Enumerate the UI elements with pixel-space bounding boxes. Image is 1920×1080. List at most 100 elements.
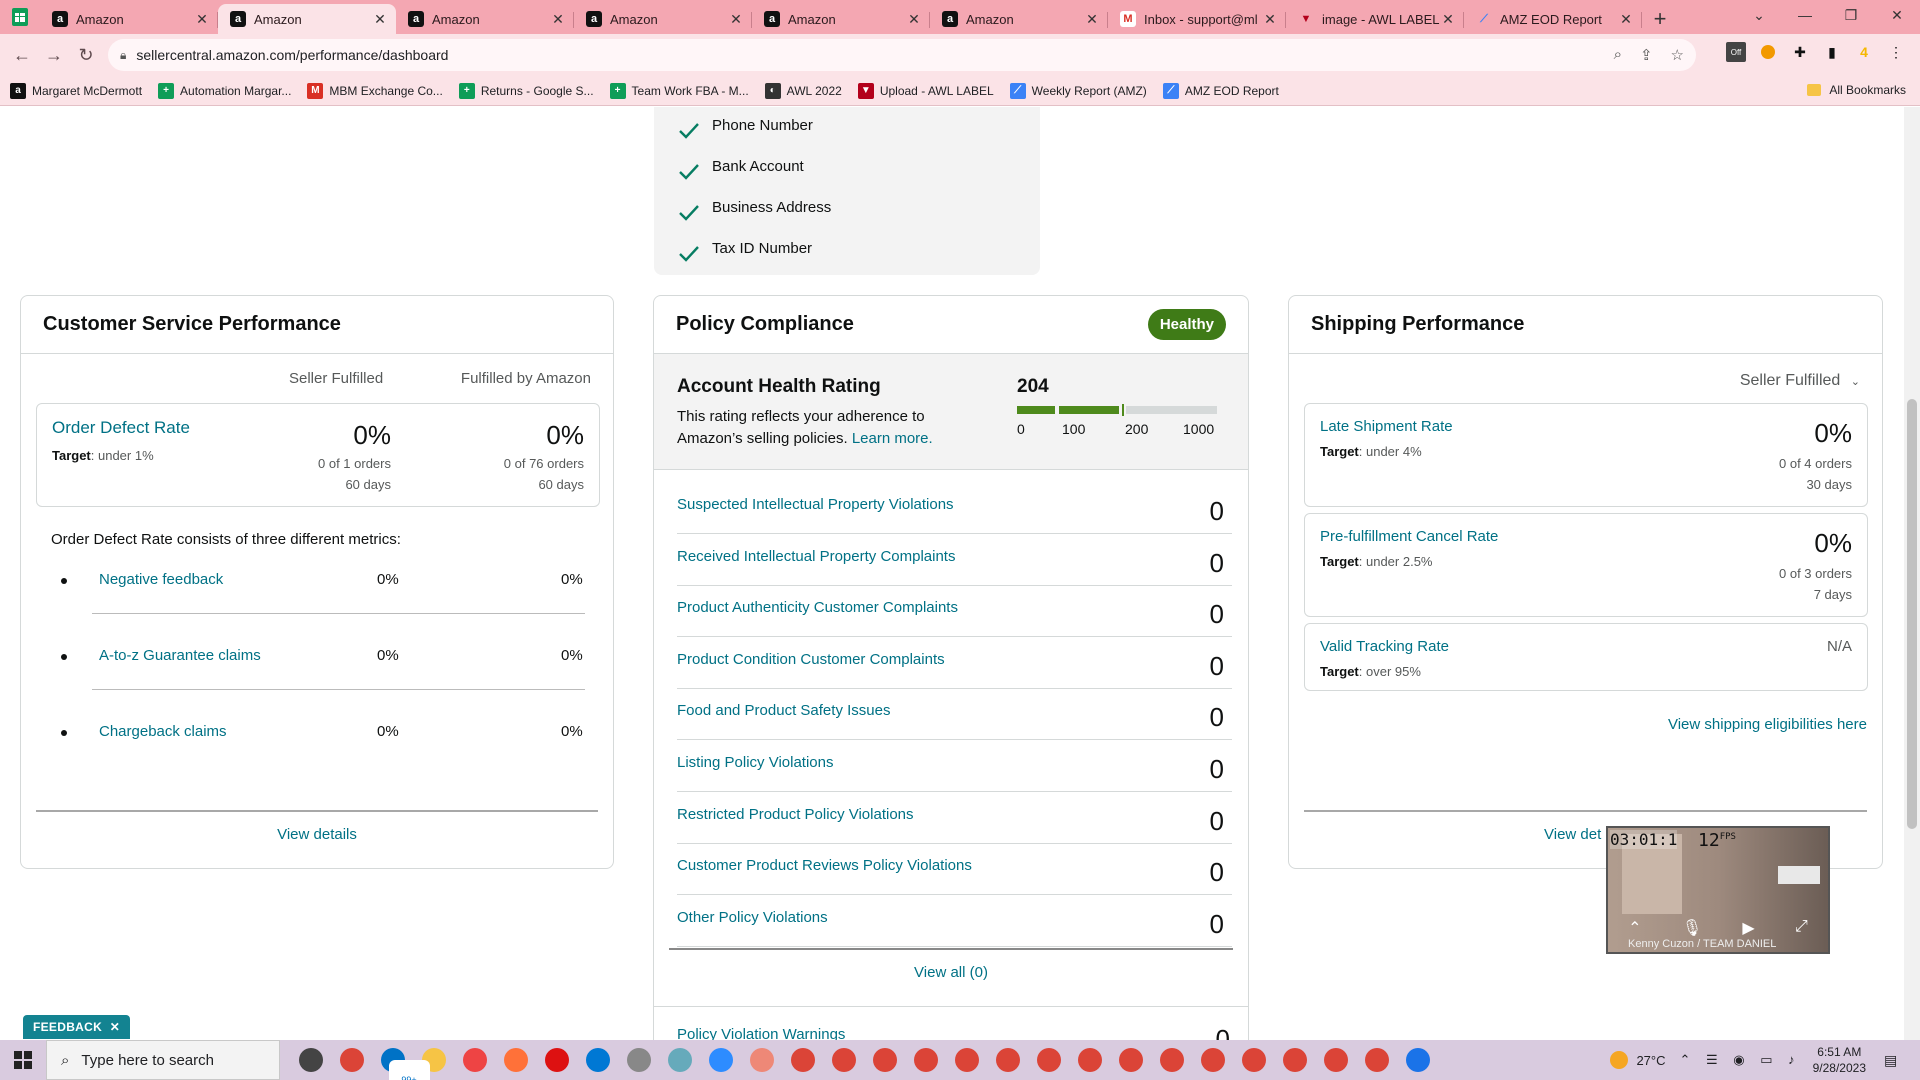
shipping-eligibilities-link[interactable]: View shipping eligibilities here [1668,716,1867,733]
chrome-icon[interactable] [946,1040,987,1080]
taskbar-clock[interactable]: 6:51 AM 9/28/2023 [1813,1044,1866,1076]
tray-icons[interactable]: ⌃ ☰ ◉ ▭ ♪ [1679,1052,1800,1068]
chrome-icon[interactable] [1028,1040,1069,1080]
policy-link[interactable]: Customer Product Reviews Policy Violatio… [677,857,972,874]
chrome-icon[interactable] [1356,1040,1397,1080]
notifications-icon[interactable]: ▤ [1884,1052,1910,1069]
view-all-link[interactable]: View all (0) [654,964,1248,981]
bookmark-item[interactable]: a Margaret McDermott [10,82,142,99]
bookmark-star-icon[interactable]: ☆ [1671,46,1684,64]
firefox-icon[interactable] [495,1040,536,1080]
bookmark-item[interactable]: ◐ AWL 2022 [764,82,842,99]
fulfillment-selector[interactable]: Seller Fulfilled ⌄ [1740,372,1860,390]
chrome-icon[interactable] [987,1040,1028,1080]
policy-warnings-link[interactable]: Policy Violation Warnings [677,1026,845,1040]
policy-link[interactable]: Restricted Product Policy Violations [677,806,914,823]
browser-tab[interactable]: a Amazon ✕ [218,4,396,34]
close-window-button[interactable]: ✕ [1874,0,1920,30]
all-bookmarks-button[interactable]: All Bookmarks [1807,83,1906,97]
expand-icon[interactable]: ⤢ [1795,918,1808,938]
share-icon[interactable]: ⇪ [1640,46,1653,64]
policy-link[interactable]: Suspected Intellectual Property Violatio… [677,496,954,513]
extensions-puzzle-icon[interactable]: ✚ [1790,42,1810,62]
chrome-icon[interactable] [1233,1040,1274,1080]
task-view-icon[interactable] [290,1040,331,1080]
view-details-link[interactable]: View det [1544,826,1601,843]
browser-tab[interactable]: a Amazon ✕ [930,4,1108,34]
taskbar-search[interactable]: ⌕ Type here to search [46,1040,280,1080]
zoom-icon[interactable]: ⌕ [1614,46,1622,64]
chrome-icon[interactable] [782,1040,823,1080]
chrome-icon[interactable] [1069,1040,1110,1080]
close-tab-icon[interactable]: ✕ [1262,11,1278,28]
close-tab-icon[interactable]: ✕ [194,11,210,28]
policy-link[interactable]: Product Authenticity Customer Complaints [677,599,958,616]
chrome-icon[interactable] [1315,1040,1356,1080]
feedback-tab[interactable]: FEEDBACK ✕ [23,1015,131,1039]
bookmark-item[interactable]: ▼ Upload - AWL LABEL [857,82,994,99]
metric-link[interactable]: Negative feedback [99,571,223,588]
close-tab-icon[interactable]: ✕ [1084,11,1100,28]
policy-link[interactable]: Received Intellectual Property Complaint… [677,548,955,565]
zoom-icon[interactable] [700,1040,741,1080]
address-bar[interactable]: 🔒︎ sellercentral.amazon.com/performance/… [108,39,1696,71]
metric-link[interactable]: Chargeback claims [99,723,227,740]
close-tab-icon[interactable]: ✕ [1618,11,1634,28]
browser-tab[interactable]: ▼ image - AWL LABEL ✕ [1286,4,1464,34]
browser-tab[interactable]: a Amazon ✕ [40,4,218,34]
shipping-metric-link[interactable]: Late Shipment Rate [1320,418,1453,435]
browser-tab[interactable]: a Amazon ✕ [752,4,930,34]
reload-icon[interactable]: ↻ [70,39,102,71]
side-panel-icon[interactable]: ▮ [1822,42,1842,62]
camera-icon[interactable]: ▶ [1742,918,1754,938]
app-icon[interactable] [1397,1040,1438,1080]
minimize-button[interactable]: — [1782,0,1828,30]
app-icon[interactable] [741,1040,782,1080]
order-defect-rate-link[interactable]: Order Defect Rate [52,418,190,438]
view-details-link[interactable]: View details [21,826,613,843]
back-icon[interactable]: ← [6,39,38,71]
sheets-app-icon[interactable] [0,0,40,34]
windows-start-icon[interactable] [0,1040,46,1080]
learn-more-link[interactable]: Learn more. [852,430,933,447]
bookmark-item[interactable]: + Automation Margar... [158,82,291,99]
site-info-icon[interactable]: 🔒︎ [120,48,126,63]
bookmark-item[interactable]: + Returns - Google S... [458,82,594,99]
notepad-icon[interactable] [659,1040,700,1080]
shipping-metric-link[interactable]: Pre-fulfillment Cancel Rate [1320,528,1498,545]
chrome-icon[interactable] [1110,1040,1151,1080]
close-tab-icon[interactable]: ✕ [906,11,922,28]
outlook-icon[interactable]: 99+ [372,1040,430,1080]
wps-icon[interactable] [536,1040,577,1080]
menu-kebab-icon[interactable]: ⋮ [1886,42,1906,62]
chrome-icon[interactable] [1151,1040,1192,1080]
forward-icon[interactable]: → [38,39,70,71]
chrome-icon[interactable] [864,1040,905,1080]
shipping-metric-link[interactable]: Valid Tracking Rate [1320,638,1449,655]
chrome-icon[interactable] [905,1040,946,1080]
tab-search-icon[interactable]: ⌄ [1736,0,1782,30]
policy-link[interactable]: Food and Product Safety Issues [677,702,890,719]
page-scrollbar[interactable] [1904,107,1920,1040]
app-icon[interactable] [618,1040,659,1080]
policy-link[interactable]: Listing Policy Violations [677,754,833,771]
calculator-icon[interactable] [577,1040,618,1080]
app-icon[interactable] [454,1040,495,1080]
browser-tab[interactable]: a Amazon ✕ [396,4,574,34]
close-tab-icon[interactable]: ✕ [372,11,388,28]
bookmark-item[interactable]: ⟋ Weekly Report (AMZ) [1009,82,1147,99]
policy-link[interactable]: Other Policy Violations [677,909,828,926]
close-icon[interactable]: ✕ [110,1020,120,1034]
browser-tab[interactable]: ⟋ AMZ EOD Report ✕ [1464,4,1642,34]
chrome-icon[interactable] [1192,1040,1233,1080]
close-tab-icon[interactable]: ✕ [550,11,566,28]
chrome-icon[interactable] [823,1040,864,1080]
bookmark-item[interactable]: M MBM Exchange Co... [307,82,443,99]
close-tab-icon[interactable]: ✕ [1440,11,1456,28]
chrome-icon[interactable] [331,1040,372,1080]
bookmark-item[interactable]: + Team Work FBA - M... [609,82,749,99]
extension-color-icon[interactable] [1758,42,1778,62]
video-call-overlay[interactable]: 03:01:1 12FPS ⌃ 🎙︎ ▶ ⤢ Kenny Cuzon / TEA… [1606,826,1830,954]
profile-avatar-icon[interactable]: 4 [1854,42,1874,62]
browser-tab[interactable]: M Inbox - support@ml ✕ [1108,4,1286,34]
